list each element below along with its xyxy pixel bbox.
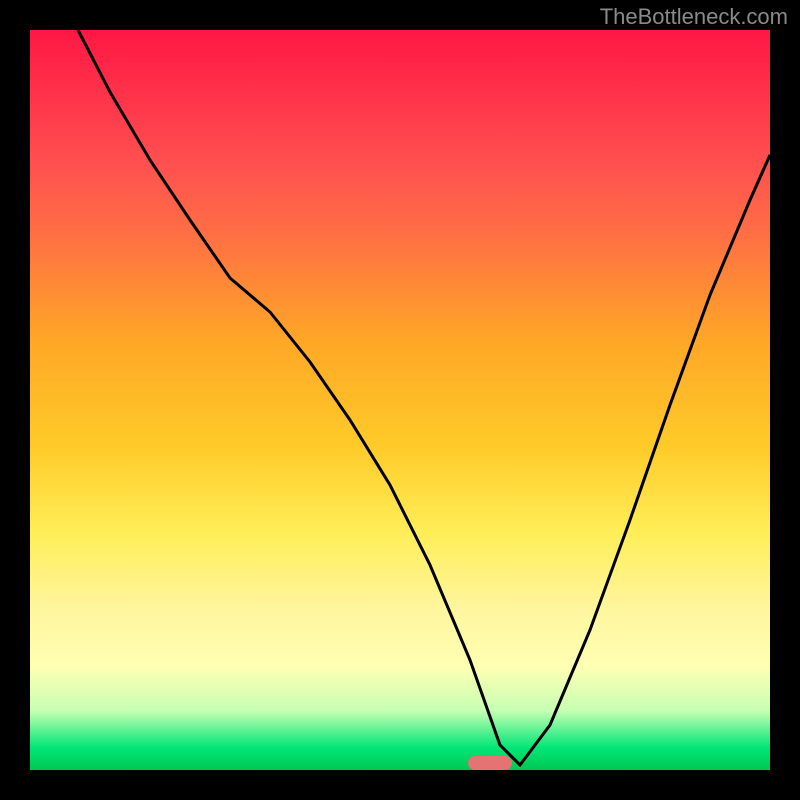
watermark-text: TheBottleneck.com [600,4,788,30]
optimal-marker-pill [468,756,512,770]
curve-line [30,30,770,770]
chart-plot-area [30,30,770,770]
